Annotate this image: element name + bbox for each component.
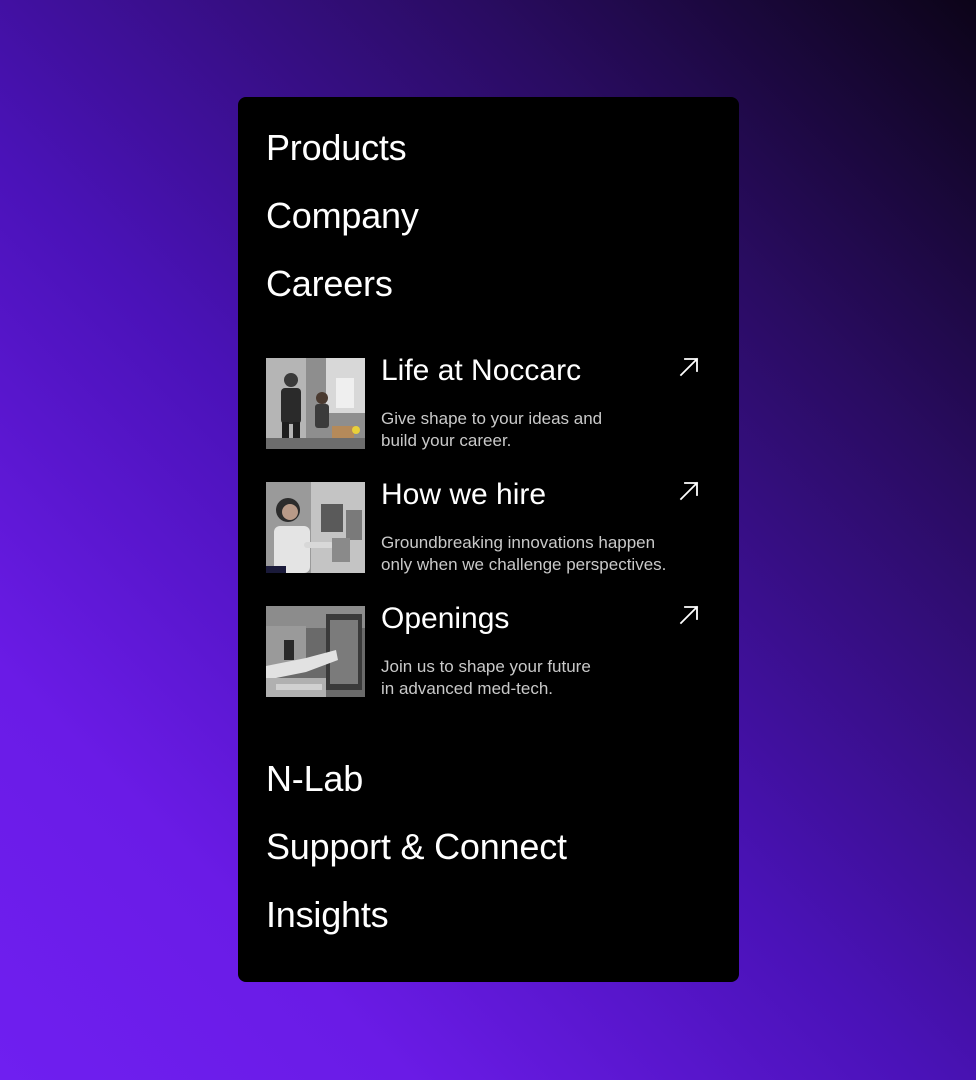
description-line: build your career. <box>381 431 512 450</box>
nav-item-careers[interactable]: Careers <box>266 266 393 302</box>
nav-item-support-connect[interactable]: Support & Connect <box>266 829 567 865</box>
navigation-menu-card: Products Company Careers Life at Noccarc <box>238 97 739 982</box>
arrow-up-right-icon[interactable] <box>678 356 700 378</box>
nav-item-n-lab[interactable]: N-Lab <box>266 761 363 797</box>
description-line: in advanced med-tech. <box>381 679 553 698</box>
how-we-hire-thumbnail <box>266 482 365 573</box>
arrow-up-right-icon[interactable] <box>678 604 700 626</box>
submenu-item-how-we-hire[interactable]: How we hire Groundbreaking innovations h… <box>266 478 706 576</box>
nav-item-company[interactable]: Company <box>266 198 419 234</box>
arrow-up-right-icon[interactable] <box>678 480 700 502</box>
submenu-title: Life at Noccarc <box>381 354 582 387</box>
submenu-description: Give shape to your ideas and build your … <box>381 408 701 452</box>
submenu-item-life-at-noccarc[interactable]: Life at Noccarc Give shape to your ideas… <box>266 354 706 452</box>
nav-item-insights[interactable]: Insights <box>266 897 389 933</box>
openings-thumbnail <box>266 606 365 697</box>
submenu-title: How we hire <box>381 478 547 511</box>
description-line: Groundbreaking innovations happen <box>381 533 656 552</box>
submenu-description: Join us to shape your future in advanced… <box>381 656 701 700</box>
description-line: Give shape to your ideas and <box>381 409 603 428</box>
description-line: Join us to shape your future <box>381 657 591 676</box>
submenu-item-openings[interactable]: Openings Join us to shape your future in… <box>266 602 706 700</box>
submenu-title: Openings <box>381 602 510 635</box>
life-at-noccarc-thumbnail <box>266 358 365 449</box>
submenu-description: Groundbreaking innovations happen only w… <box>381 532 701 576</box>
nav-item-products[interactable]: Products <box>266 130 407 166</box>
description-line: only when we challenge perspectives. <box>381 555 667 574</box>
